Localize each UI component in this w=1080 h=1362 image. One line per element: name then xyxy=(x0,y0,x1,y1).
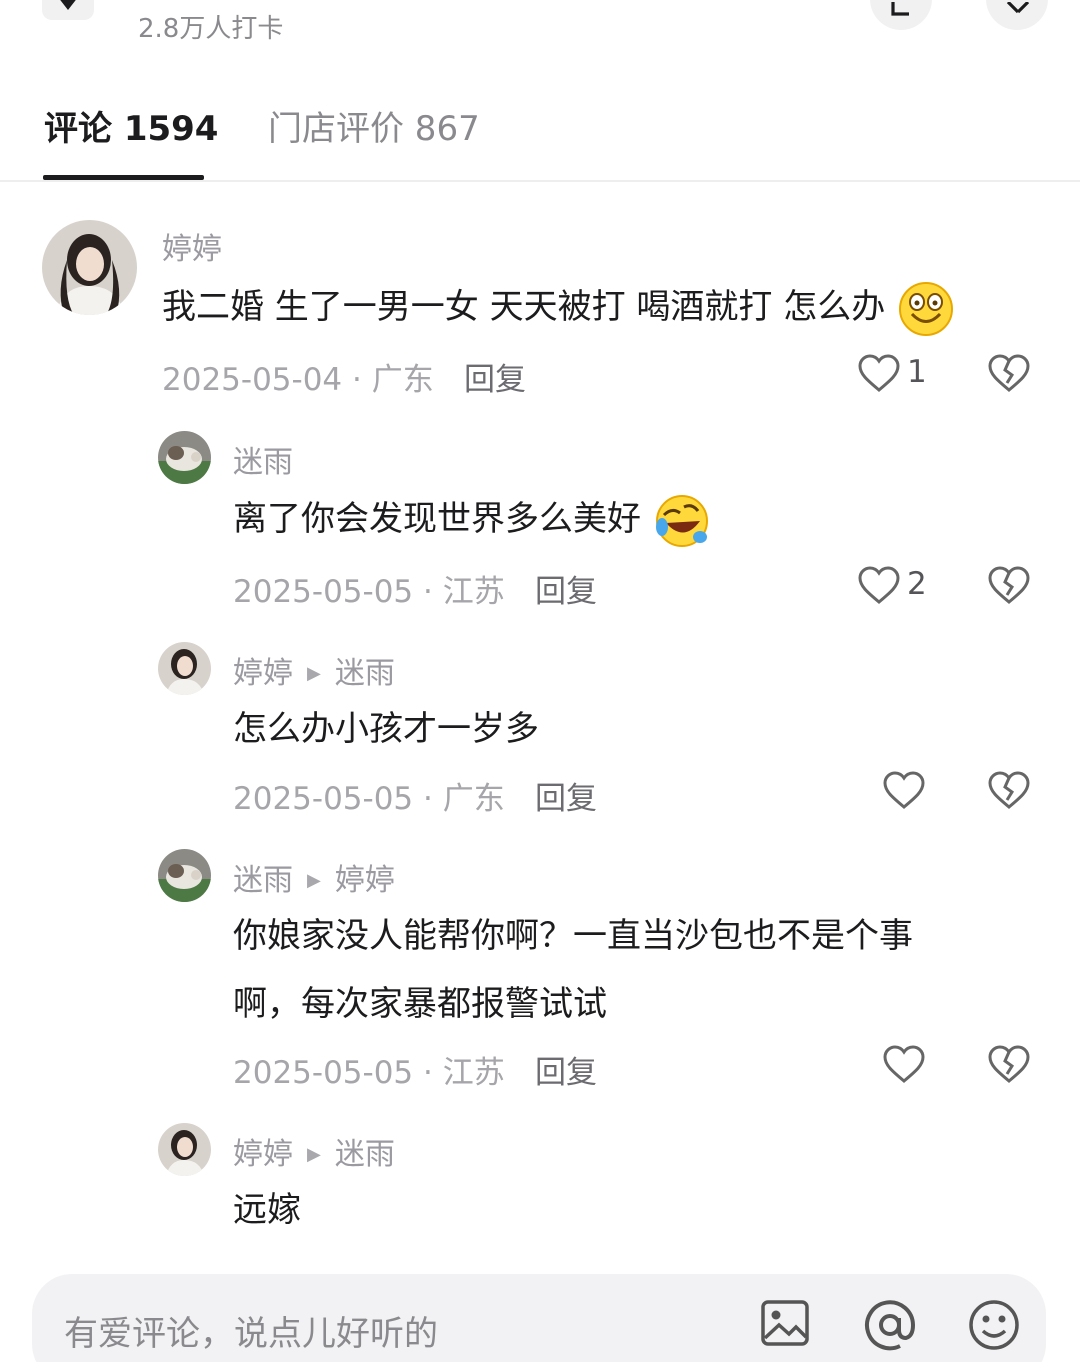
user-photo-icon xyxy=(158,1123,211,1176)
comment-date-location: 2025-05-05 · 江苏 xyxy=(233,574,505,610)
reply-author[interactable]: 婷婷 xyxy=(233,1137,293,1172)
reply-to-name[interactable]: 婷婷 xyxy=(335,863,395,898)
like-button[interactable]: 2 xyxy=(857,564,947,608)
reply-author[interactable]: 婷婷 xyxy=(233,656,293,691)
like-count: 1 xyxy=(907,354,927,390)
broken-heart-icon xyxy=(988,354,1030,392)
heart-outline-icon xyxy=(858,354,900,392)
broken-heart-icon xyxy=(988,1045,1030,1083)
mention-button[interactable] xyxy=(863,1298,917,1356)
comment-tabs: 评论 1594 门店评价 867 xyxy=(0,100,1080,182)
heart-logo-icon xyxy=(60,0,76,10)
reply-author[interactable]: 迷雨 xyxy=(233,863,293,898)
checkin-count: 2.8万人打卡 xyxy=(138,14,284,44)
top-bar: 2.8万人打卡 xyxy=(0,0,1080,60)
comment-author[interactable]: 婷婷 xyxy=(162,224,222,268)
rolling-laughing-emoji-icon xyxy=(655,494,708,547)
broken-heart-icon xyxy=(988,566,1030,604)
emoji-button[interactable] xyxy=(967,1298,1021,1356)
expand-button[interactable] xyxy=(870,0,932,30)
comment-author[interactable]: 迷雨 xyxy=(233,437,293,481)
comment-text: 离了你会发现世界多么美好 xyxy=(233,486,710,552)
comment-text: 远嫁 xyxy=(233,1190,301,1230)
reply-arrow-icon: ▶ xyxy=(307,663,321,684)
reply-arrow-icon: ▶ xyxy=(307,1144,321,1165)
cat-photo-icon xyxy=(158,849,211,902)
image-icon xyxy=(761,1300,809,1346)
avatar[interactable] xyxy=(42,220,137,315)
dislike-button[interactable] xyxy=(987,769,1031,817)
reply-button[interactable]: 回复 xyxy=(535,1047,597,1092)
tab-store-reviews[interactable]: 门店评价 867 xyxy=(268,108,480,150)
heart-outline-icon xyxy=(858,566,900,604)
dislike-button[interactable] xyxy=(987,352,1031,400)
store-logo[interactable] xyxy=(42,0,94,20)
comment-input-placeholder[interactable]: 有爱评论，说点儿好听的 xyxy=(64,1306,438,1355)
comment-text-line-2: 啊，每次家暴都报警试试 xyxy=(233,984,607,1024)
comment-text-line-1: 你娘家没人能帮你啊？一直当沙包也不是个事 xyxy=(233,916,913,956)
comment-author: 迷雨 ▶ 婷婷 xyxy=(233,855,395,899)
comment-text: 我二婚 生了一男一女 天天被打 喝酒就打 怎么办 xyxy=(162,274,954,340)
comment-text-content: 离了你会发现世界多么美好 xyxy=(233,499,641,539)
emoji-icon xyxy=(969,1300,1019,1350)
close-icon xyxy=(1006,2,1029,14)
like-count: 2 xyxy=(907,566,927,602)
avatar[interactable] xyxy=(158,642,211,695)
comment-date-location: 2025-05-05 · 广东 xyxy=(233,781,505,817)
comment-text-content: 我二婚 生了一男一女 天天被打 喝酒就打 怎么办 xyxy=(162,287,886,327)
broken-heart-icon xyxy=(988,771,1030,809)
avatar[interactable] xyxy=(158,431,211,484)
comment-date-location: 2025-05-05 · 江苏 xyxy=(233,1055,505,1091)
avatar[interactable] xyxy=(158,849,211,902)
comment-text: 怎么办小孩才一岁多 xyxy=(233,709,539,749)
comment-author: 婷婷 ▶ 迷雨 xyxy=(233,1129,395,1173)
reply-to-name[interactable]: 迷雨 xyxy=(335,1137,395,1172)
cat-photo-icon xyxy=(158,431,211,484)
like-button[interactable] xyxy=(882,769,926,813)
user-photo-icon xyxy=(42,220,137,315)
like-button[interactable]: 1 xyxy=(857,352,947,396)
comment-date-location: 2025-05-04 · 广东 xyxy=(162,362,434,398)
reply-button[interactable]: 回复 xyxy=(535,773,597,818)
tab-comments[interactable]: 评论 1594 xyxy=(44,108,218,150)
like-button[interactable] xyxy=(882,1043,926,1087)
dislike-button[interactable] xyxy=(987,564,1031,612)
reply-button[interactable]: 回复 xyxy=(464,354,526,399)
at-icon xyxy=(865,1300,916,1351)
active-tab-underline xyxy=(43,175,204,180)
grinning-face-emoji-icon xyxy=(899,281,954,336)
reply-arrow-icon: ▶ xyxy=(307,870,321,891)
close-button[interactable] xyxy=(986,0,1048,30)
dislike-button[interactable] xyxy=(987,1043,1031,1091)
reply-to-name[interactable]: 迷雨 xyxy=(335,656,395,691)
expand-icon xyxy=(891,2,909,16)
user-photo-icon xyxy=(158,642,211,695)
heart-outline-icon xyxy=(883,771,925,809)
reply-button[interactable]: 回复 xyxy=(535,566,597,611)
comment-input-bar[interactable]: 有爱评论，说点儿好听的 xyxy=(32,1274,1046,1362)
avatar[interactable] xyxy=(158,1123,211,1176)
image-button[interactable] xyxy=(760,1298,810,1352)
comment-author: 婷婷 ▶ 迷雨 xyxy=(233,648,395,692)
heart-outline-icon xyxy=(883,1045,925,1083)
